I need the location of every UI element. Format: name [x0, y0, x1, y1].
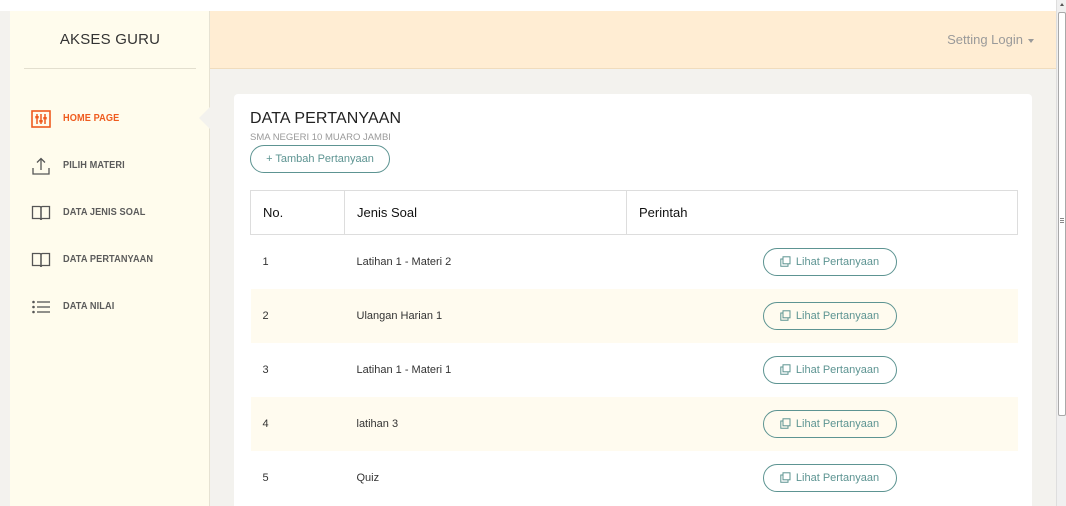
- table-row: 3 Latihan 1 - Materi 1 Lihat Pertanyaan: [251, 343, 1018, 397]
- scroll-up-arrow-icon[interactable]: [1060, 3, 1064, 6]
- cell-no: 5: [262, 471, 269, 484]
- sidebar-item-label: DATA PERTANYAAN: [63, 254, 154, 265]
- list-icon: [30, 296, 52, 318]
- add-question-button[interactable]: + Tambah Pertanyaan: [250, 145, 390, 173]
- cell-no: 2: [250, 288, 345, 343]
- sidebar-item-label: DATA NILAI: [63, 301, 115, 312]
- sidebar-item-home-page[interactable]: HOME PAGE: [10, 95, 211, 142]
- content-card: DATA PERTANYAAN SMA NEGERI 10 MUARO JAMB…: [234, 94, 1032, 506]
- book-icon: [30, 249, 52, 271]
- header-no: No.: [250, 190, 345, 235]
- cell-perintah: Lihat Pertanyaan: [626, 396, 1018, 451]
- cell-jenis-soal: Latihan 1 - Materi 1: [356, 363, 452, 376]
- sidebar-item-data-jenis-soal[interactable]: DATA JENIS SOAL: [10, 189, 210, 236]
- sidebar-item-data-nilai[interactable]: DATA NILAI: [10, 283, 210, 330]
- table-row: 5 Quiz Lihat Pertanyaan: [251, 451, 1018, 505]
- view-questions-button[interactable]: Lihat Pertanyaan: [762, 301, 897, 330]
- book-icon: [30, 202, 52, 224]
- copy-icon: [780, 256, 791, 267]
- view-questions-label: Lihat Pertanyaan: [795, 417, 880, 430]
- copy-icon: [780, 310, 791, 321]
- brand-divider: [24, 68, 196, 69]
- cell-perintah: Lihat Pertanyaan: [627, 343, 1018, 397]
- table-row: 1 Latihan 1 - Materi 2 Lihat Pertanyaan: [251, 235, 1018, 289]
- vertical-scrollbar[interactable]: [1056, 0, 1066, 506]
- upload-icon: [30, 155, 52, 177]
- tools-icon: [30, 108, 52, 130]
- view-questions-button[interactable]: Lihat Pertanyaan: [762, 247, 897, 276]
- page-subtitle: SMA NEGERI 10 MUARO JAMBI: [250, 132, 391, 143]
- page-title: DATA PERTANYAAN: [250, 110, 402, 127]
- setting-login-label: Setting Login: [947, 32, 1023, 47]
- setting-login-dropdown[interactable]: Setting Login: [947, 11, 1034, 69]
- view-questions-label: Lihat Pertanyaan: [795, 471, 880, 484]
- questions-table: No. Jenis Soal Perintah 1 Latihan 1 - Ma…: [250, 190, 1018, 505]
- cell-perintah: Lihat Pertanyaan: [627, 451, 1018, 505]
- cell-no: 3: [262, 363, 269, 376]
- view-questions-button[interactable]: Lihat Pertanyaan: [762, 409, 897, 438]
- cell-perintah: Lihat Pertanyaan: [626, 288, 1018, 343]
- grip-icon: [1060, 218, 1064, 219]
- copy-icon: [780, 418, 791, 429]
- scrollbar-thumb[interactable]: [1058, 12, 1066, 416]
- sidebar-item-label: PILIH MATERI: [63, 160, 125, 171]
- cell-jenis-soal: Quiz: [356, 471, 380, 484]
- sidebar-item-data-pertanyaan[interactable]: DATA PERTANYAAN: [10, 236, 210, 283]
- cell-jenis-soal: Latihan 1 - Materi 2: [356, 255, 452, 268]
- view-questions-label: Lihat Pertanyaan: [795, 363, 880, 376]
- view-questions-label: Lihat Pertanyaan: [795, 309, 880, 322]
- table-header-row: No. Jenis Soal Perintah: [250, 190, 1018, 235]
- cell-perintah: Lihat Pertanyaan: [627, 235, 1018, 289]
- topbar: Setting Login: [210, 11, 1056, 69]
- sidebar-item-label: DATA JENIS SOAL: [63, 207, 146, 218]
- header-perintah: Perintah: [626, 190, 1018, 235]
- cell-no: 4: [250, 396, 345, 451]
- sidebar-menu: HOME PAGE PILIH MATERI DATA JENIS SOAL D…: [10, 95, 211, 330]
- table-row: 4 latihan 3 Lihat Pertanyaan: [250, 396, 1018, 451]
- view-questions-label: Lihat Pertanyaan: [795, 255, 880, 268]
- caret-down-icon: [1028, 38, 1034, 43]
- window-top-strip: [0, 0, 1056, 11]
- brand-title: AKSES GURU: [59, 31, 161, 48]
- view-questions-button[interactable]: Lihat Pertanyaan: [762, 355, 897, 384]
- sidebar: AKSES GURU HOME PAGE PILIH MATERI DATA J…: [10, 11, 211, 506]
- cell-no: 1: [262, 255, 269, 268]
- copy-icon: [780, 364, 791, 375]
- view-questions-button[interactable]: Lihat Pertanyaan: [762, 463, 897, 492]
- cell-jenis-soal: latihan 3: [344, 396, 627, 451]
- copy-icon: [780, 472, 791, 483]
- sidebar-item-label: HOME PAGE: [63, 113, 120, 124]
- table-row: 2 Ulangan Harian 1 Lihat Pertanyaan: [250, 288, 1018, 343]
- cell-jenis-soal: Ulangan Harian 1: [344, 288, 627, 343]
- sidebar-item-pilih-materi[interactable]: PILIH MATERI: [10, 142, 210, 189]
- header-jenis-soal: Jenis Soal: [344, 190, 627, 235]
